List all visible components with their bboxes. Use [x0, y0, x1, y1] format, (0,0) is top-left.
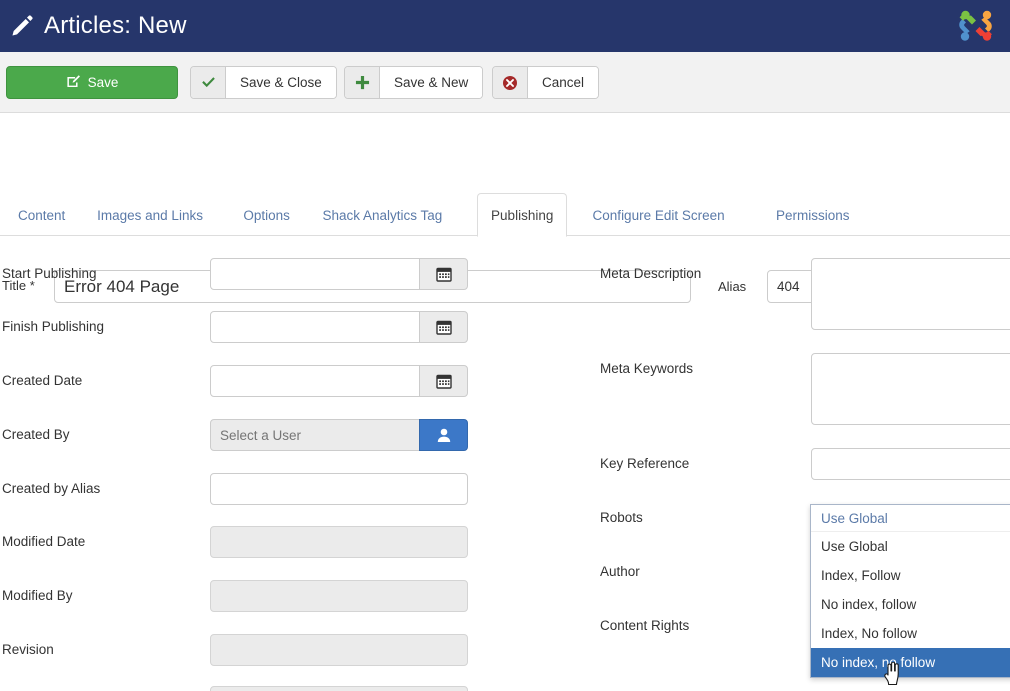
created-by-alias-input[interactable] — [210, 473, 468, 505]
tab-label: Content — [18, 208, 65, 223]
tab-label: Images and Links — [97, 208, 203, 223]
field-label-created-by-alias: Created by Alias — [2, 481, 100, 496]
tab-images-and-links[interactable]: Images and Links — [83, 193, 217, 236]
created-by-input[interactable] — [210, 419, 420, 451]
field-label-meta-keywords: Meta Keywords — [600, 361, 693, 376]
toolbar: Save Save & Close Save & New — [0, 52, 1010, 113]
calendar-icon[interactable] — [419, 365, 468, 397]
field-label-key-reference: Key Reference — [600, 456, 689, 471]
tab-label: Publishing — [491, 208, 553, 223]
title-alias-row: Title * Alias — [0, 128, 1010, 186]
start-publishing-input[interactable] — [210, 258, 420, 290]
tab-permissions[interactable]: Permissions — [762, 193, 864, 236]
save-new-button[interactable]: Save & New — [344, 66, 483, 99]
modified-by-input[interactable] — [210, 580, 468, 612]
robots-option-index-follow[interactable]: Index, Follow — [811, 561, 1010, 590]
robots-option-use-global[interactable]: Use Global — [811, 532, 1010, 561]
meta-keywords-textarea[interactable] — [811, 353, 1010, 425]
tab-shack-analytics-tag[interactable]: Shack Analytics Tag — [309, 193, 457, 236]
joomla-logo-icon — [952, 3, 1000, 49]
next-field-partial[interactable] — [210, 686, 468, 691]
circle-x-icon — [493, 67, 528, 98]
field-label-created-by: Created By — [2, 427, 70, 442]
save-close-button[interactable]: Save & Close — [190, 66, 337, 99]
robots-option-no-index-follow[interactable]: No index, follow — [811, 590, 1010, 619]
tab-label: Permissions — [776, 208, 850, 223]
key-reference-input[interactable] — [811, 448, 1010, 480]
joomla-article-edit-screen: Articles: New Save — [0, 0, 1010, 691]
tab-content[interactable]: Content — [4, 193, 79, 236]
modified-date-input[interactable] — [210, 526, 468, 558]
check-icon — [191, 67, 226, 98]
cancel-label: Cancel — [528, 67, 598, 98]
robots-option-no-index-no-follow[interactable]: No index, no follow — [811, 648, 1010, 677]
user-icon[interactable] — [419, 419, 468, 451]
save-button[interactable]: Save — [6, 66, 178, 99]
robots-option-index-no-follow[interactable]: Index, No follow — [811, 619, 1010, 648]
field-label-content-rights: Content Rights — [600, 618, 689, 633]
save-button-label: Save — [88, 75, 119, 90]
field-label-robots: Robots — [600, 510, 643, 525]
tab-bar: Content Images and Links Options Shack Anal… — [0, 193, 1010, 236]
field-label-created-date: Created Date — [2, 373, 82, 388]
field-label-start-publishing: Start Publishing — [2, 266, 97, 281]
tab-label: Configure Edit Screen — [593, 208, 725, 223]
robots-select-current[interactable]: Use Global — [811, 505, 1010, 532]
save-new-label: Save & New — [380, 67, 482, 98]
tab-label: Shack Analytics Tag — [323, 208, 443, 223]
field-label-finish-publishing: Finish Publishing — [2, 319, 104, 334]
pencil-icon — [8, 12, 36, 40]
field-label-meta-description: Meta Description — [600, 266, 701, 281]
cancel-button[interactable]: Cancel — [492, 66, 599, 99]
plus-icon — [345, 67, 380, 98]
calendar-icon[interactable] — [419, 258, 468, 290]
field-label-author: Author — [600, 564, 640, 579]
tab-options[interactable]: Options — [229, 193, 304, 236]
tab-publishing[interactable]: Publishing — [477, 193, 567, 237]
created-date-input[interactable] — [210, 365, 420, 397]
field-label-revision: Revision — [2, 642, 54, 657]
edit-square-icon — [66, 74, 81, 92]
finish-publishing-input[interactable] — [210, 311, 420, 343]
tab-label: Options — [243, 208, 290, 223]
tab-configure-edit-screen[interactable]: Configure Edit Screen — [579, 193, 739, 236]
page-title: Articles: New — [44, 12, 187, 40]
field-label-modified-date: Modified Date — [2, 534, 85, 549]
meta-description-textarea[interactable] — [811, 258, 1010, 330]
calendar-icon[interactable] — [419, 311, 468, 343]
save-close-label: Save & Close — [226, 67, 336, 98]
revision-input[interactable] — [210, 634, 468, 666]
field-label-modified-by: Modified By — [2, 588, 73, 603]
robots-dropdown-list[interactable]: Use Global Use GlobalIndex, FollowNo ind… — [810, 504, 1010, 678]
page-header: Articles: New — [0, 0, 1010, 52]
